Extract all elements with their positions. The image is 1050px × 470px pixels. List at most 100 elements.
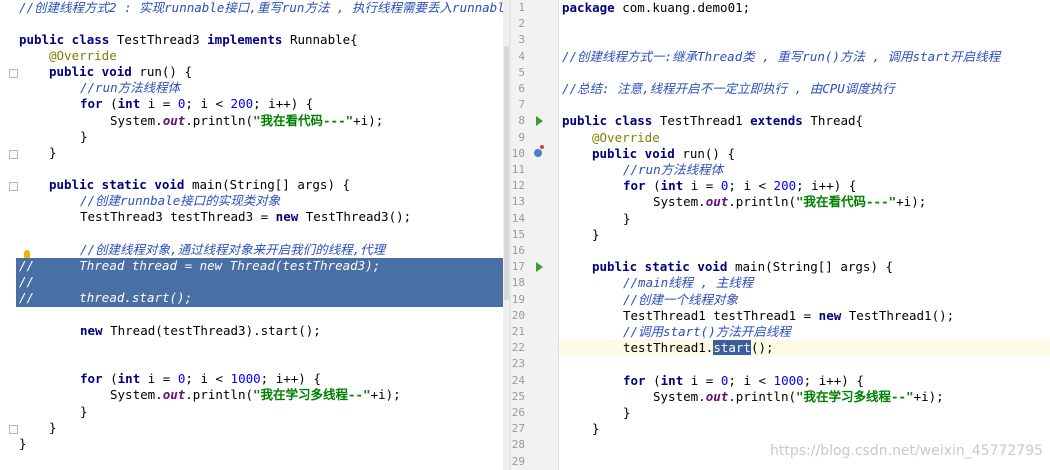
code-line[interactable]: TestThread1 testThread1 = new TestThread…: [623, 308, 954, 324]
code-token: //调用start()方法开启线程: [623, 324, 791, 339]
code-token: com.kuang.demo01;: [622, 0, 751, 15]
code-line[interactable]: //创建runnbale接口的实现类对象: [80, 193, 280, 209]
code-token: TestThread3: [116, 32, 208, 47]
code-token: System.: [110, 387, 163, 402]
override-marker-icon[interactable]: [534, 149, 542, 157]
code-token: (: [653, 372, 661, 388]
line-number: 26: [511, 406, 525, 419]
code-line[interactable]: //创建线程对象,通过线程对象来开启我们的线程,代理: [80, 242, 385, 258]
code-line[interactable]: testThread1.start();: [623, 340, 774, 356]
code-line[interactable]: public static void main(String[] args) {: [592, 259, 893, 275]
line-number: 19: [511, 292, 525, 306]
code-token: //总结: 注意,线程开启不一定立即执行 , 由CPU调度执行: [562, 81, 895, 96]
line-number: 1: [518, 1, 525, 14]
code-token: (: [110, 96, 118, 111]
run-class-icon[interactable]: [536, 116, 543, 126]
code-line[interactable]: TestThread3 testThread3 = new TestThread…: [80, 209, 411, 225]
line-number: 2: [518, 17, 525, 31]
run-main-icon[interactable]: [536, 262, 543, 272]
code-line[interactable]: //调用start()方法开启线程: [623, 324, 791, 340]
code-token: TestThread1 testThread1 =: [623, 307, 819, 323]
line-number: 3: [518, 33, 525, 47]
breakpoint-arrow-icon: [540, 145, 544, 149]
code-line[interactable]: public static void main(String[] args) {: [49, 177, 350, 193]
code-line[interactable]: }: [623, 211, 631, 227]
code-token: start: [713, 340, 751, 356]
code-token: int: [117, 371, 148, 386]
code-line[interactable]: System.out.println("我在看代码---"+i);: [653, 194, 926, 210]
code-token: //run方法线程体: [80, 80, 181, 95]
code-token: i =: [147, 96, 178, 111]
code-token: ; i++) {: [260, 371, 321, 386]
line-number: 18: [511, 276, 525, 290]
code-line[interactable]: @Override: [49, 48, 117, 64]
code-line[interactable]: }: [49, 420, 57, 436]
code-line[interactable]: //main线程 , 主线程: [623, 275, 753, 291]
fold-marker-icon[interactable]: [9, 69, 18, 78]
code-line[interactable]: //总结: 注意,线程开启不一定立即执行 , 由CPU调度执行: [562, 81, 895, 97]
code-token: Runnable{: [289, 32, 358, 47]
right-editor-pane[interactable]: 1 2 3 4 5 6 7 8 9 10 11 12 13 14 15 16 17 18 19 20 21 22 23 24 2…: [511, 0, 1050, 470]
code-line[interactable]: }: [49, 145, 57, 161]
code-line[interactable]: //: [19, 274, 34, 290]
code-token: System.: [110, 113, 163, 128]
fold-marker-icon[interactable]: [9, 150, 18, 159]
code-token: //: [19, 274, 35, 289]
code-token: ; i++) {: [253, 96, 314, 111]
code-line[interactable]: //创建线程方式2 : 实现runnable接口,重写run方法 , 执行线程需…: [19, 0, 505, 16]
code-line[interactable]: for (int i = 0; i < 1000; i++) {: [80, 371, 321, 387]
code-token: i =: [147, 371, 178, 386]
code-line[interactable]: public void run() {: [592, 146, 735, 162]
code-line[interactable]: //run方法线程体: [623, 162, 723, 178]
code-line[interactable]: }: [80, 129, 88, 145]
code-line[interactable]: @Override: [592, 130, 660, 146]
lightbulb-icon[interactable]: [24, 250, 30, 258]
code-token: Thread(testThread3).start();: [110, 323, 321, 338]
code-token: int: [117, 96, 148, 111]
code-line[interactable]: public class TestThread1 extends Thread{: [562, 113, 863, 129]
code-token: int: [660, 372, 691, 388]
code-token: .println(: [185, 387, 253, 402]
code-token: Thread thread = new Thread(testThread3);: [34, 258, 381, 273]
code-token: out: [162, 387, 186, 402]
line-number: 16: [511, 244, 525, 257]
line-number: 4: [518, 49, 525, 63]
code-line[interactable]: //run方法线程体: [80, 80, 180, 96]
left-editor-pane[interactable]: //创建线程方式2 : 实现runnable接口,重写run方法 , 执行线程需…: [0, 0, 505, 470]
code-line[interactable]: System.out.println("我在学习多线程--"+i);: [110, 387, 401, 403]
fold-marker-icon[interactable]: [9, 182, 18, 191]
code-line[interactable]: }: [592, 421, 600, 437]
line-number: 27: [511, 422, 525, 436]
code-line[interactable]: }: [592, 227, 600, 243]
line-number: 6: [518, 82, 525, 95]
code-line[interactable]: //创建线程方式一:继承Thread类 , 重写run()方法 , 调用star…: [562, 49, 1000, 65]
code-token: new: [818, 307, 849, 323]
code-line[interactable]: for (int i = 0; i < 200; i++) {: [80, 96, 313, 112]
code-line[interactable]: // thread.start();: [19, 290, 192, 306]
code-token: out: [162, 113, 186, 128]
code-token: 1000: [230, 371, 261, 386]
code-line[interactable]: System.out.println("我在看代码---"+i);: [110, 113, 383, 129]
code-token: ; i <: [185, 371, 231, 386]
code-line[interactable]: }: [623, 405, 631, 421]
code-line[interactable]: public void run() {: [49, 64, 192, 80]
code-line[interactable]: for (int i = 0; i < 1000; i++) {: [623, 373, 864, 389]
code-line[interactable]: for (int i = 0; i < 200; i++) {: [623, 178, 856, 194]
line-number: 20: [511, 308, 525, 322]
code-line[interactable]: }: [19, 436, 27, 452]
code-line[interactable]: //创建一个线程对象: [623, 292, 738, 308]
code-line[interactable]: package com.kuang.demo01;: [562, 0, 750, 16]
code-token: public static void: [592, 259, 735, 275]
line-number: 24: [511, 373, 525, 387]
code-token: }: [623, 210, 631, 226]
code-token: }: [592, 226, 600, 242]
fold-marker-icon[interactable]: [9, 425, 18, 434]
code-line[interactable]: System.out.println("我在学习多线程--"+i);: [653, 389, 944, 405]
line-number: 7: [518, 98, 525, 112]
line-number: 13: [511, 195, 525, 209]
code-line[interactable]: public class TestThread3 implements Runn…: [19, 32, 358, 48]
code-token: i =: [690, 178, 721, 194]
code-line[interactable]: new Thread(testThread3).start();: [80, 323, 321, 339]
code-line[interactable]: }: [80, 404, 88, 420]
code-line[interactable]: // Thread thread = new Thread(testThread…: [19, 258, 380, 274]
